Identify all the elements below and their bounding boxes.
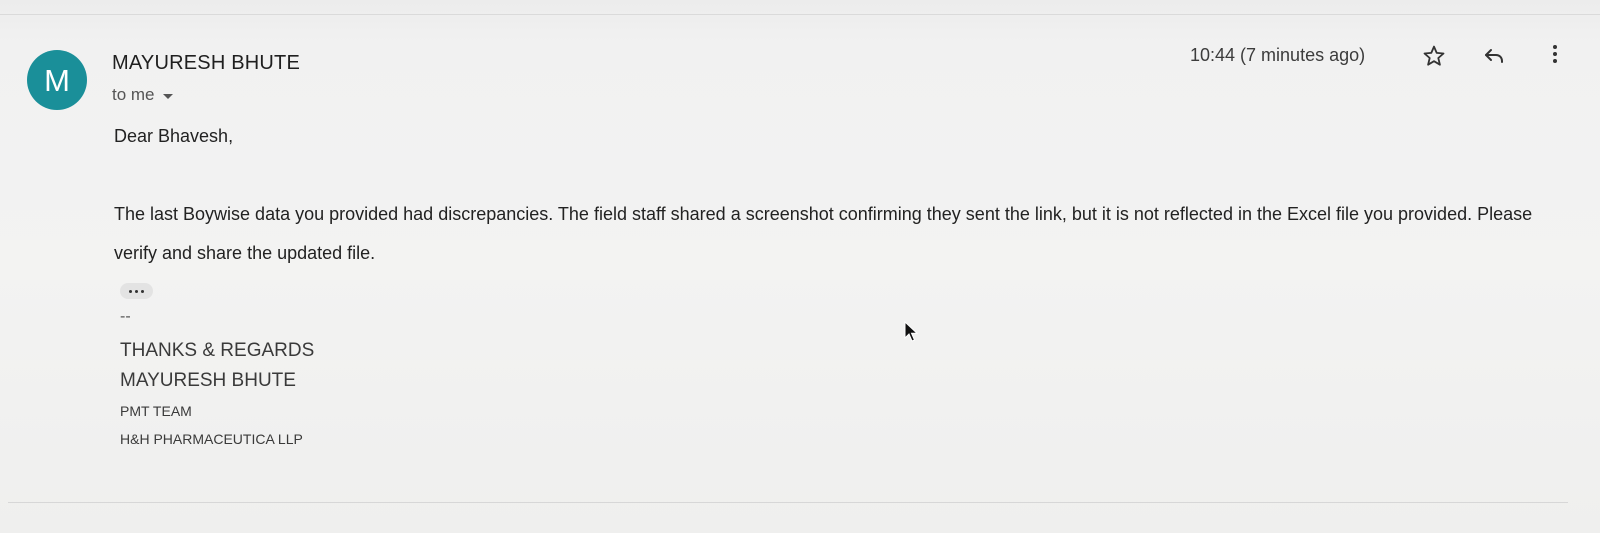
show-trimmed-content-button[interactable] — [120, 283, 153, 299]
vertical-dots-icon — [1553, 45, 1557, 63]
reply-arrow-icon — [1485, 49, 1503, 63]
message-timestamp: 10:44 (7 minutes ago) — [1190, 45, 1366, 65]
ellipsis-dot-icon — [129, 289, 132, 293]
message-greeting: Dear Bhavesh, — [114, 126, 234, 146]
signature-team: PMT TEAM — [120, 403, 192, 419]
sender-avatar[interactable]: M — [27, 50, 87, 110]
email-message: M MAYURESH BHUTE to me 10:44 (7 minutes … — [0, 0, 1600, 533]
signature-closing: THANKS & REGARDS — [120, 340, 315, 361]
star-outline-icon — [1423, 45, 1445, 66]
ellipsis-dot-icon — [135, 289, 138, 293]
recipient-label: to me — [112, 85, 155, 104]
signature-company: H&H PHARMACEUTICA LLP — [120, 431, 303, 447]
signature-separator: -- — [120, 308, 131, 325]
ellipsis-dot-icon — [141, 289, 144, 293]
mouse-pointer-icon — [904, 321, 919, 342]
bottom-divider — [8, 502, 1568, 503]
recipient-dropdown[interactable]: to me — [112, 85, 173, 105]
signature-name: MAYURESH BHUTE — [120, 370, 296, 391]
more-options-button[interactable] — [1540, 39, 1570, 69]
avatar-letter: M — [44, 62, 70, 98]
reply-button[interactable] — [1479, 41, 1509, 71]
message-paragraph: The last Boywise data you provided had d… — [114, 204, 1533, 263]
star-button[interactable] — [1419, 41, 1449, 71]
caret-down-icon — [162, 93, 173, 99]
sender-name[interactable]: MAYURESH BHUTE — [112, 52, 300, 75]
